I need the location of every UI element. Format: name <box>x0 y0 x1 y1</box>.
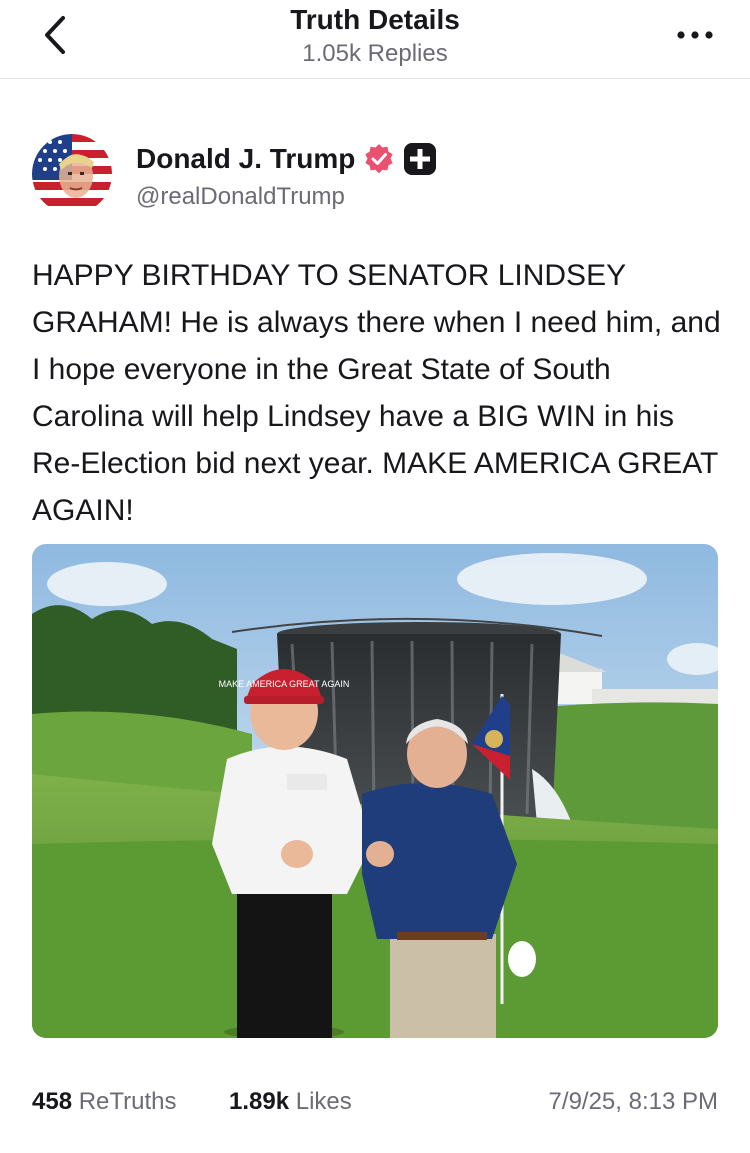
likes-count: 1.89k <box>229 1088 290 1115</box>
plus-badge-icon <box>404 143 437 175</box>
ellipsis-icon <box>677 31 713 39</box>
hat-text: MAKE AMERICA GREAT AGAIN <box>219 679 350 689</box>
post-stats: 458 ReTruths 1.89k Likes 7/9/25, 8:13 PM <box>32 1088 718 1120</box>
verified-badge-icon <box>365 144 393 174</box>
author-name-row: Donald J. Trump <box>136 140 437 178</box>
post-timestamp: 7/9/25, 8:13 PM <box>548 1088 718 1115</box>
author-handle[interactable]: @realDonaldTrump <box>136 183 345 211</box>
avatar[interactable] <box>32 134 112 214</box>
more-options-button[interactable] <box>670 18 720 52</box>
likes-stat[interactable]: 1.89k Likes <box>229 1088 352 1116</box>
page-title: Truth Details <box>290 4 460 35</box>
retruths-label: ReTruths <box>78 1088 177 1115</box>
replies-count[interactable]: 1.05k Replies <box>0 40 750 68</box>
retruths-stat[interactable]: 458 ReTruths <box>32 1088 177 1116</box>
retruths-count: 458 <box>32 1088 73 1115</box>
post-image[interactable]: MAKE AMERICA GREAT AGAIN <box>32 544 718 1038</box>
post-text: HAPPY BIRTHDAY TO SENATOR LINDSEY GRAHAM… <box>32 259 721 527</box>
top-bar: Truth Details 1.05k Replies <box>0 0 750 79</box>
author-name[interactable]: Donald J. Trump <box>136 143 355 175</box>
likes-label: Likes <box>295 1088 352 1115</box>
